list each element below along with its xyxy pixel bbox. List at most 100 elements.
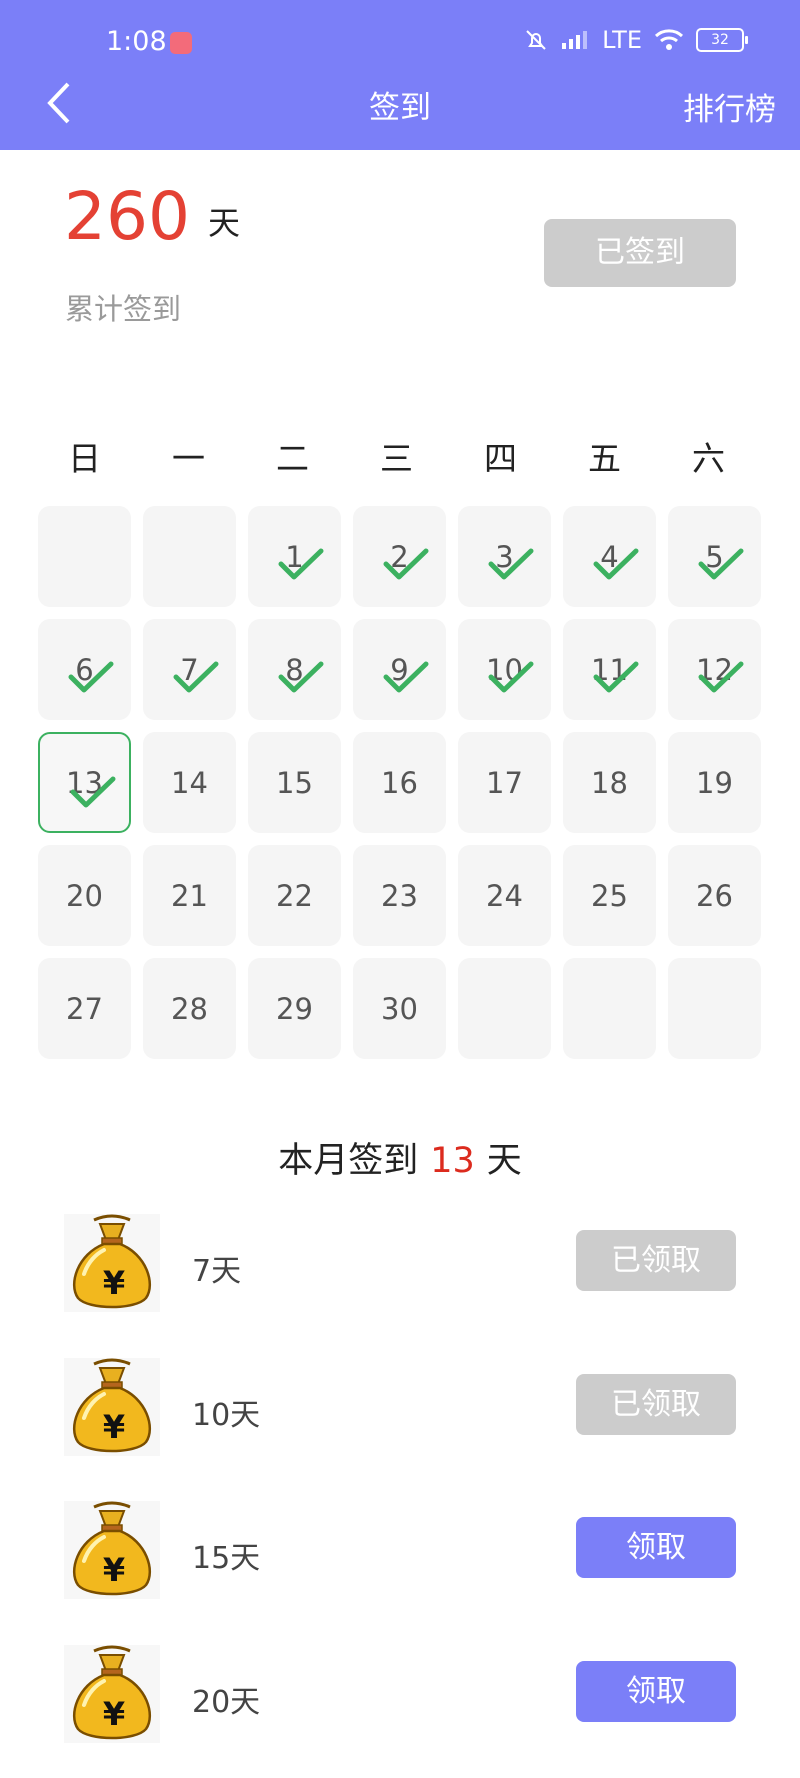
calendar-empty-cell [458, 958, 551, 1059]
calendar-day[interactable]: 5 [668, 506, 761, 607]
calendar-day[interactable]: 2 [353, 506, 446, 607]
calendar-day[interactable]: 8 [248, 619, 341, 720]
calendar-day-number: 19 [696, 765, 733, 800]
calendar-day-number: 18 [591, 765, 628, 800]
reward-days-label: 20天 [192, 1685, 261, 1720]
weekday-label: 二 [276, 439, 309, 478]
total-days-value: 260 [64, 178, 190, 255]
calendar-day[interactable]: 12 [668, 619, 761, 720]
total-days-unit: 天 [207, 204, 240, 242]
money-bag-icon: ¥ [64, 1501, 160, 1599]
calendar-day[interactable]: 26 [668, 845, 761, 946]
calendar-day[interactable]: 24 [458, 845, 551, 946]
calendar-day[interactable]: 22 [248, 845, 341, 946]
calendar-day[interactable]: 19 [668, 732, 761, 833]
calendar-empty-cell [143, 506, 236, 607]
weekday-label: 四 [484, 439, 517, 478]
svg-text:¥: ¥ [103, 1695, 125, 1733]
calendar-day-number: 4 [600, 539, 619, 574]
calendar-day[interactable]: 27 [38, 958, 131, 1059]
calendar-day[interactable]: 10 [458, 619, 551, 720]
calendar-day[interactable]: 11 [563, 619, 656, 720]
calendar-day[interactable]: 7 [143, 619, 236, 720]
calendar-day[interactable]: 9 [353, 619, 446, 720]
network-type: LTE [602, 26, 642, 54]
calendar-day[interactable]: 3 [458, 506, 551, 607]
battery-icon: 32 [696, 28, 748, 52]
money-bag-icon: ¥ [64, 1214, 160, 1312]
calendar-day[interactable]: 18 [563, 732, 656, 833]
calendar-empty-cell [668, 958, 761, 1059]
calendar-day[interactable]: 1 [248, 506, 341, 607]
weekday-label: 日 [68, 439, 101, 478]
calendar-day[interactable]: 21 [143, 845, 236, 946]
calendar-day[interactable]: 4 [563, 506, 656, 607]
calendar-day[interactable]: 25 [563, 845, 656, 946]
signed-in-button[interactable]: 已签到 [544, 219, 736, 287]
calendar-day[interactable]: 20 [38, 845, 131, 946]
weekday-label: 三 [380, 439, 413, 478]
calendar-day-number: 13 [66, 765, 103, 800]
reward-row: ¥15天 领取 [64, 1501, 736, 1599]
calendar-day[interactable]: 28 [143, 958, 236, 1059]
calendar-day-number: 5 [705, 539, 724, 574]
weekday-header: 日 一 二 三 四 五 六 [38, 432, 762, 480]
calendar-day-number: 8 [285, 652, 304, 687]
calendar-day-number: 20 [66, 878, 103, 913]
calendar-day-number: 9 [390, 652, 409, 687]
money-bag-icon: ¥ [64, 1358, 160, 1456]
claimed-button[interactable]: 已领取 [576, 1374, 736, 1435]
ranking-button[interactable]: 排行榜 [683, 84, 776, 129]
reward-days-label: 7天 [192, 1254, 242, 1289]
calendar-day-number: 10 [486, 652, 523, 687]
claim-button[interactable]: 领取 [576, 1661, 736, 1722]
reward-row: ¥7天 已领取 [64, 1214, 736, 1312]
calendar-empty-cell [38, 506, 131, 607]
calendar-day-number: 1 [285, 539, 304, 574]
calendar-day-number: 14 [171, 765, 208, 800]
calendar-day[interactable]: 14 [143, 732, 236, 833]
app-notification-icon [170, 32, 192, 54]
calendar-day[interactable]: 29 [248, 958, 341, 1059]
reward-days-label: 10天 [192, 1398, 261, 1433]
reward-days-label: 15天 [192, 1541, 261, 1576]
calendar-day[interactable]: 17 [458, 732, 551, 833]
calendar-day-number: 16 [381, 765, 418, 800]
weekday-label: 五 [588, 439, 621, 478]
calendar-day-number: 12 [696, 652, 733, 687]
claim-button[interactable]: 领取 [576, 1517, 736, 1578]
header: 1:08 LTE 32 签到 排行榜 [0, 0, 800, 150]
calendar-day[interactable]: 23 [353, 845, 446, 946]
mute-icon [526, 30, 546, 50]
calendar-empty-cell [563, 958, 656, 1059]
calendar-day[interactable]: 6 [38, 619, 131, 720]
calendar-grid: 1 2 3 4 5 6 7 8 9 10 11 12 13 14 15 16 17 18 19 20 21 22 23 24 2… [38, 506, 762, 1059]
calendar-day[interactable]: 30 [353, 958, 446, 1059]
calendar-day-number: 26 [696, 878, 733, 913]
wifi-icon [654, 29, 684, 50]
status-time: 1:08 [106, 26, 167, 57]
money-bag-icon: ¥ [64, 1645, 160, 1743]
calendar-day-number: 11 [591, 652, 628, 687]
reward-row: ¥10天 已领取 [64, 1358, 736, 1456]
svg-text:¥: ¥ [103, 1408, 125, 1446]
page-title: 签到 [369, 90, 431, 126]
calendar-day-number: 7 [180, 652, 199, 687]
calendar-day[interactable]: 13 [38, 732, 131, 833]
calendar-day-number: 24 [486, 878, 523, 913]
total-days-label: 累计签到 [65, 292, 182, 326]
calendar-day[interactable]: 15 [248, 732, 341, 833]
calendar-day-number: 25 [591, 878, 628, 913]
weekday-label: 一 [172, 439, 205, 478]
month-summary-suffix: 天 [486, 1141, 522, 1181]
svg-text:¥: ¥ [103, 1264, 125, 1302]
calendar-day-number: 15 [276, 765, 313, 800]
claimed-button[interactable]: 已领取 [576, 1230, 736, 1291]
calendar-day-number: 6 [75, 652, 94, 687]
calendar-day[interactable]: 16 [353, 732, 446, 833]
svg-text:¥: ¥ [103, 1551, 125, 1589]
calendar-day-number: 3 [495, 539, 514, 574]
calendar-day-number: 29 [276, 991, 313, 1026]
calendar-day-number: 17 [486, 765, 523, 800]
calendar-day-number: 30 [381, 991, 418, 1026]
